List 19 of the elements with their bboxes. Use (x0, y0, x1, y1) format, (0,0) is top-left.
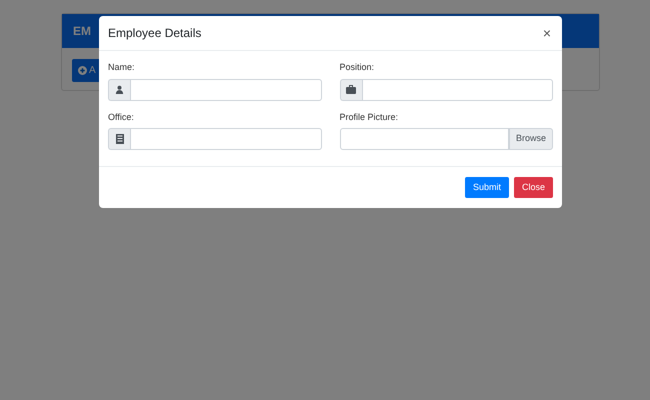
person-icon (115, 85, 124, 94)
submit-button[interactable]: Submit (464, 177, 509, 198)
field-label: Profile Picture: (340, 110, 400, 124)
briefcase-icon (346, 85, 356, 94)
text-input[interactable] (362, 78, 553, 100)
browse-button[interactable]: Browse (508, 128, 553, 150)
text-input[interactable] (130, 128, 322, 150)
modal-title: Employee Details (108, 26, 202, 40)
field-label: Office: (108, 110, 135, 124)
field-label: Name: (108, 61, 136, 74)
card-title: EM (73, 24, 91, 38)
plus-circle-icon (78, 66, 87, 75)
building-icon (116, 134, 124, 144)
add-button[interactable]: A (72, 59, 102, 82)
field-label: Position: (340, 61, 376, 74)
text-input[interactable] (130, 78, 322, 100)
file-input[interactable] (340, 128, 509, 150)
close-button[interactable]: × (540, 26, 553, 40)
close-button[interactable]: Close (514, 177, 553, 198)
